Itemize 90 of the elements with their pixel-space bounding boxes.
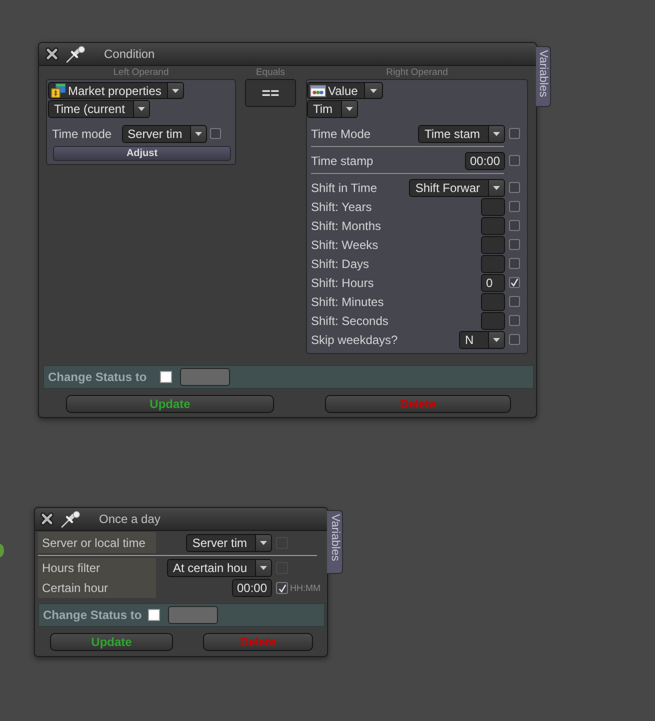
dropdown-button[interactable]: [489, 178, 505, 196]
field-label: Shift: Weeks: [311, 238, 380, 252]
checkbox[interactable]: [509, 315, 520, 326]
field-label: Shift in Time: [311, 180, 378, 194]
pushpin-icon[interactable]: [66, 46, 86, 62]
field-label: Shift: Hours: [311, 276, 375, 290]
input-field[interactable]: [481, 292, 505, 310]
input-field[interactable]: [481, 198, 505, 216]
close-icon[interactable]: [40, 512, 54, 526]
field-label: Time Mode: [311, 126, 372, 140]
operator-button[interactable]: ==: [245, 79, 296, 107]
field-label: Time stamp: [311, 154, 374, 168]
section-heading: Left Operand: [112, 66, 170, 79]
checkbox[interactable]: [509, 277, 520, 288]
window-title: Once a day: [99, 512, 160, 526]
field-label: Certain hour: [38, 578, 156, 598]
dropdown-button[interactable]: [191, 124, 208, 142]
status-label: Change Status to: [43, 608, 142, 622]
check-icon: [510, 278, 519, 287]
input-field[interactable]: [481, 236, 505, 254]
field-label: Time mode: [52, 126, 112, 140]
dropdown-button[interactable]: [489, 124, 505, 142]
checkbox[interactable]: [509, 296, 520, 307]
format-hint: HH:MM: [290, 583, 320, 593]
caret-icon: [493, 132, 500, 136]
checkbox[interactable]: [509, 128, 520, 139]
field-label: Server or local time: [38, 532, 156, 553]
checkbox[interactable]: [509, 182, 520, 193]
input-field[interactable]: 00:00: [232, 579, 272, 597]
dropdown-field[interactable]: Value: [307, 82, 365, 99]
pushpin-icon[interactable]: [61, 510, 81, 528]
caret-icon: [370, 88, 377, 92]
dropdown-field[interactable]: N: [459, 330, 489, 348]
field-label: Shift: Seconds: [311, 314, 390, 328]
dropdown-field[interactable]: Shift Forwar: [409, 178, 489, 196]
check-icon: [278, 584, 286, 592]
side-tab[interactable]: Variables: [536, 46, 551, 107]
caret-icon: [493, 338, 500, 342]
caret-icon: [172, 88, 180, 92]
input-field[interactable]: [481, 312, 505, 330]
section-heading: Right Operand: [385, 66, 449, 79]
dropdown-button[interactable]: [256, 559, 272, 577]
field-label: Shift: Days: [311, 256, 370, 270]
window-title: Condition: [104, 47, 155, 61]
dropdown-button[interactable]: [489, 330, 505, 348]
dropdown-field[interactable]: Tim: [307, 100, 342, 118]
checkbox[interactable]: [210, 128, 222, 139]
dropdown-button[interactable]: [364, 82, 383, 99]
dropdown-button[interactable]: [342, 100, 358, 118]
status-field[interactable]: [180, 368, 230, 386]
status-field[interactable]: [168, 606, 218, 624]
checkbox[interactable]: [160, 371, 172, 383]
coin-window-icon: [51, 83, 66, 98]
caret-icon: [493, 186, 500, 190]
dropdown-field[interactable]: Server tim: [122, 124, 192, 142]
caret-icon: [346, 107, 353, 111]
connector-port-icon[interactable]: [0, 544, 4, 557]
dropdown-button[interactable]: [256, 534, 272, 552]
checkbox[interactable]: [509, 155, 520, 166]
section-heading: Equals: [254, 66, 286, 79]
field-label: Shift: Minutes: [311, 294, 385, 308]
adjust-button[interactable]: Adjust: [53, 146, 231, 161]
dropdown-button[interactable]: [168, 82, 184, 99]
input-field[interactable]: [481, 254, 505, 272]
checkbox[interactable]: [148, 609, 160, 621]
close-icon[interactable]: [45, 47, 59, 61]
caret-icon: [260, 566, 267, 570]
dropdown-field[interactable]: Time (current: [48, 100, 134, 118]
input-field[interactable]: 00:00: [464, 152, 505, 170]
window-dots-icon: [310, 84, 326, 96]
dropdown-button[interactable]: [134, 100, 150, 118]
field-label: Skip weekdays?: [311, 332, 399, 346]
checkbox[interactable]: [509, 239, 520, 250]
caret-icon: [195, 132, 202, 136]
status-label: Change Status to: [48, 370, 147, 384]
input-field[interactable]: 0: [481, 274, 505, 292]
caret-icon: [260, 540, 267, 544]
dropdown-field[interactable]: Market properties: [48, 82, 168, 99]
side-tab[interactable]: Variables: [327, 510, 343, 574]
input-field[interactable]: [481, 216, 505, 234]
checkbox[interactable]: [509, 258, 520, 269]
checkbox[interactable]: [509, 220, 520, 231]
field-label: Hours filter: [38, 558, 156, 578]
checkbox[interactable]: [276, 582, 288, 594]
field-label: Shift: Months: [311, 218, 382, 232]
checkbox[interactable]: [509, 334, 520, 345]
checkbox[interactable]: [509, 201, 520, 212]
field-label: Shift: Years: [311, 200, 373, 214]
dropdown-field[interactable]: Time stam: [418, 124, 489, 142]
caret-icon: [138, 107, 145, 111]
